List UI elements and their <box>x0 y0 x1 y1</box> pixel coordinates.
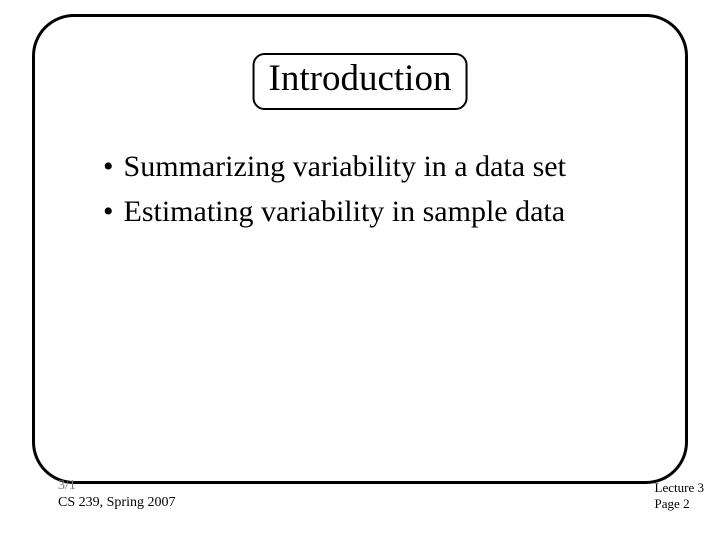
bullet-icon: • <box>103 192 114 233</box>
list-item: • Summarizing variability in a data set <box>103 147 635 188</box>
footer-date: 3/1 <box>58 478 175 495</box>
footer-course: CS 239, Spring 2007 <box>58 495 175 512</box>
bullet-text: Estimating variability in sample data <box>124 192 566 233</box>
footer-right: Lecture 3 Page 2 <box>655 480 704 513</box>
bullet-icon: • <box>103 147 114 188</box>
slide-title: Introduction <box>253 53 468 110</box>
footer-page: Page 2 <box>655 496 704 512</box>
bullet-text: Summarizing variability in a data set <box>124 147 566 188</box>
slide-frame: Introduction • Summarizing variability i… <box>32 14 688 484</box>
footer-left: 3/1 CS 239, Spring 2007 <box>58 478 175 512</box>
footer-lecture: Lecture 3 <box>655 480 704 496</box>
list-item: • Estimating variability in sample data <box>103 192 635 233</box>
bullet-list: • Summarizing variability in a data set … <box>103 147 635 236</box>
